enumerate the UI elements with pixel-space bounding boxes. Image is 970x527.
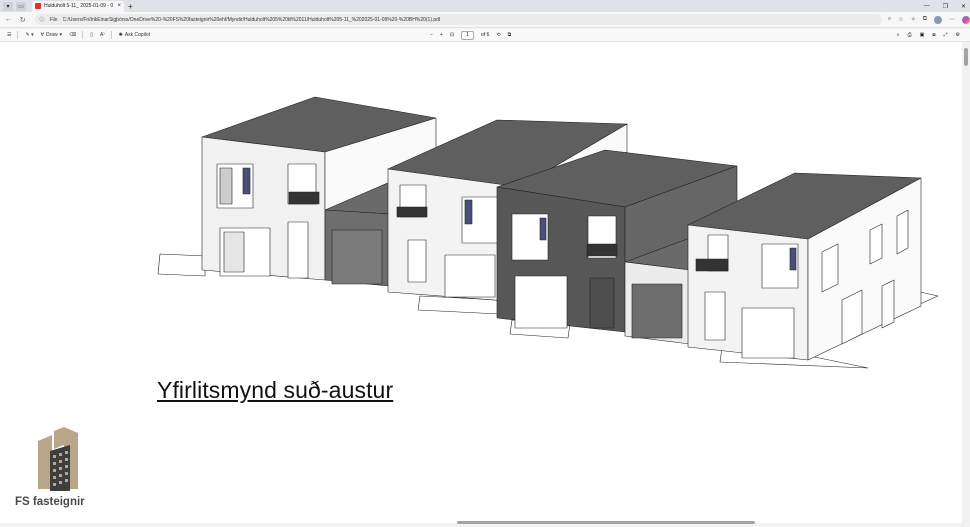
page-total: of 6	[481, 32, 490, 38]
print-icon[interactable]: ⎙	[908, 32, 912, 38]
favorite-star-icon[interactable]: ☆	[898, 16, 903, 23]
workspaces-icon[interactable]: ▾	[3, 1, 13, 11]
browser-tab-active[interactable]: Hulduholt 5-11_ 2025-01-09 - 0 ×	[32, 0, 124, 12]
toolbar-divider	[82, 31, 84, 39]
door	[407, 239, 427, 283]
fit-page-icon[interactable]: ⊡	[450, 32, 454, 38]
contents-icon[interactable]: ☰	[7, 32, 11, 38]
new-tab-button[interactable]: +	[128, 2, 133, 11]
collections-icon[interactable]: ⧉	[923, 16, 927, 23]
url-field[interactable]: ⓘ File C:/Users/FriðrikEinarSigþórss/One…	[35, 14, 882, 25]
window	[896, 209, 909, 255]
toolbar-divider	[17, 31, 19, 39]
address-scheme-label: File	[49, 16, 58, 23]
save-icon[interactable]: ▣	[920, 32, 925, 38]
zoom-in-button[interactable]: +	[440, 32, 443, 38]
architectural-rendering	[157, 96, 939, 369]
file-info-icon[interactable]: ⓘ	[39, 16, 44, 23]
tab-actions-icon[interactable]: ▭	[16, 1, 26, 11]
expand-icon[interactable]: ⤢	[944, 32, 948, 38]
vertical-scrollbar[interactable]	[962, 42, 970, 527]
door	[881, 279, 895, 329]
draw-icon: ∀	[40, 32, 44, 38]
browser-tab-bar: ▾ ▭ Hulduholt 5-11_ 2025-01-09 - 0 × + —…	[0, 0, 970, 12]
door	[589, 277, 615, 329]
glass-door	[444, 254, 496, 298]
copilot-icon[interactable]	[962, 15, 970, 24]
extensions-icon[interactable]: ✧	[911, 16, 916, 23]
glass-door	[741, 307, 795, 359]
brand-name: FS fasteignir	[15, 496, 85, 508]
menu-dots-icon[interactable]: ⋯	[949, 16, 955, 23]
window	[789, 247, 797, 271]
close-window-icon[interactable]: ✕	[961, 3, 966, 10]
save-as-icon[interactable]: ⧈	[932, 32, 935, 38]
zoom-out-button[interactable]: −	[430, 32, 433, 38]
window-controls: — ❐ ✕	[924, 0, 966, 12]
refresh-icon[interactable]: ↻	[20, 16, 30, 24]
window	[539, 217, 547, 241]
pdf-file-icon	[35, 3, 41, 9]
ask-copilot-button[interactable]: ✺ Ask Copilot	[119, 32, 151, 38]
view-icon[interactable]: ▯	[90, 32, 93, 38]
door	[287, 221, 309, 279]
page-view-icon[interactable]: ⧉	[508, 32, 512, 38]
door	[704, 291, 726, 341]
window	[821, 243, 839, 293]
pdf-page: Yfirlitsmynd suð-austur FS fasteignir	[0, 42, 962, 523]
draw-label: Draw	[46, 32, 58, 38]
erase-icon[interactable]: ⌫	[69, 32, 76, 38]
balcony	[288, 191, 320, 205]
glass-door	[514, 275, 568, 329]
balcony	[695, 258, 729, 272]
pdf-toolbar: ☰ ✎ ▾ ∀ Draw ▾ ⌫ ▯ A⁾ ✺ Ask Copilot − + ⊡ …	[0, 29, 970, 42]
read-aloud-icon[interactable]: A⁾	[100, 32, 105, 38]
balcony	[396, 206, 428, 218]
settings-gear-icon[interactable]: ⚙	[956, 32, 960, 38]
zoom-icon[interactable]: ⌕	[888, 16, 891, 23]
back-icon[interactable]: ←	[5, 16, 15, 23]
draw-button[interactable]: ∀ Draw ▾	[41, 32, 63, 38]
page-number-input[interactable]: 1	[461, 30, 475, 40]
horizontal-scroll-thumb[interactable]	[457, 521, 755, 524]
window	[219, 167, 233, 205]
window	[869, 223, 883, 265]
glass-door	[223, 231, 245, 273]
copilot-small-icon: ✺	[118, 32, 123, 38]
search-icon[interactable]: ⌕	[897, 32, 900, 38]
tab-title: Hulduholt 5-11_ 2025-01-09 - 0	[44, 3, 114, 9]
drawing-title: Yfirlitsmynd suð-austur	[157, 377, 394, 403]
restore-icon[interactable]: ❐	[943, 3, 948, 10]
vertical-scroll-thumb[interactable]	[964, 48, 968, 66]
garage-door	[631, 283, 683, 339]
url-text: C:/Users/FriðrikEinarSigþórss/OneDrive%2…	[62, 16, 441, 23]
rotate-icon[interactable]: ⟲	[496, 32, 500, 38]
minimize-icon[interactable]: —	[924, 3, 930, 9]
address-bar: ← ↻ ⓘ File C:/Users/FriðrikEinarSigþórss…	[0, 12, 970, 28]
balcony	[586, 243, 618, 257]
profile-avatar[interactable]	[934, 15, 943, 24]
ground-slab	[919, 291, 939, 305]
tab-close-button[interactable]: ×	[117, 3, 121, 9]
ground-slab	[157, 253, 206, 277]
ask-copilot-label: Ask Copilot	[124, 32, 151, 38]
fs-fasteignir-logo	[38, 427, 78, 491]
toolbar-divider	[110, 31, 112, 39]
highlight-icon[interactable]: ✎ ▾	[25, 32, 33, 38]
garage-door	[331, 229, 383, 285]
window	[242, 167, 251, 195]
window	[464, 199, 473, 225]
